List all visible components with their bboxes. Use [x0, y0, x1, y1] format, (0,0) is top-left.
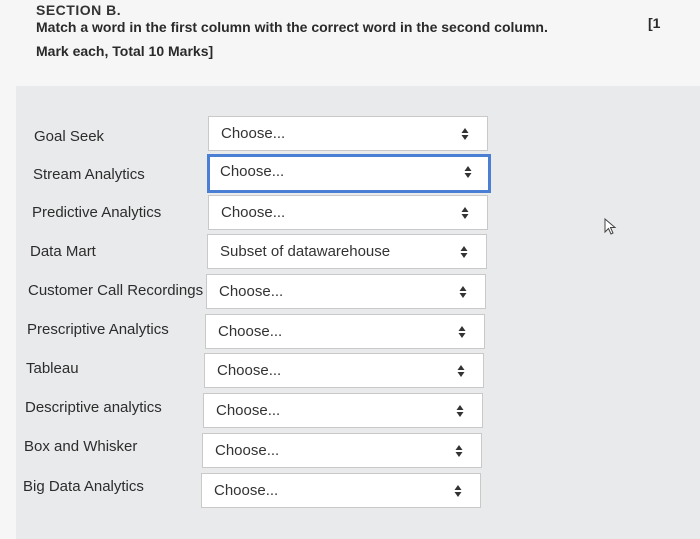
- select-value: Choose...: [216, 402, 281, 419]
- match-label-predictive-analytics: Predictive Analytics: [32, 204, 162, 221]
- match-select-data-mart[interactable]: Subset of datawarehouse: [207, 234, 487, 269]
- select-value: Subset of datawarehouse: [220, 243, 391, 260]
- match-label-descriptive-analytics: Descriptive analytics: [25, 399, 162, 416]
- up-down-arrows-icon: [456, 405, 464, 417]
- up-down-arrows-icon: [455, 445, 463, 457]
- match-select-customer-call-recordings[interactable]: Choose...: [206, 274, 486, 309]
- up-down-arrows-icon: [458, 326, 466, 338]
- match-label-goal-seek: Goal Seek: [34, 128, 105, 145]
- instruction-line-2: Mark each, Total 10 Marks]: [36, 43, 214, 59]
- up-down-arrows-icon: [457, 365, 465, 377]
- match-select-box-and-whisker[interactable]: Choose...: [202, 433, 482, 468]
- match-select-tableau[interactable]: Choose...: [204, 353, 484, 388]
- marks-indicator: [1: [648, 15, 661, 31]
- up-down-arrows-icon: [464, 166, 472, 178]
- select-value: Choose...: [220, 163, 285, 180]
- match-label-customer-call-recordings: Customer Call Recordings: [28, 282, 204, 299]
- match-label-box-and-whisker: Box and Whisker: [24, 438, 138, 455]
- match-label-data-mart: Data Mart: [30, 243, 96, 260]
- match-select-stream-analytics[interactable]: Choose...: [207, 154, 491, 193]
- instructions: Match a word in the first column with th…: [36, 15, 548, 63]
- select-value: Choose...: [218, 323, 283, 340]
- match-select-goal-seek[interactable]: Choose...: [208, 116, 488, 151]
- up-down-arrows-icon: [459, 286, 467, 298]
- match-select-descriptive-analytics[interactable]: Choose...: [203, 393, 483, 428]
- up-down-arrows-icon: [460, 246, 468, 258]
- match-label-prescriptive-analytics: Prescriptive Analytics: [27, 321, 169, 338]
- select-value: Choose...: [215, 442, 280, 459]
- up-down-arrows-icon: [454, 485, 462, 497]
- match-select-big-data-analytics[interactable]: Choose...: [201, 473, 481, 508]
- match-select-prescriptive-analytics[interactable]: Choose...: [205, 314, 485, 349]
- select-value: Choose...: [214, 482, 279, 499]
- select-value: Choose...: [219, 283, 284, 300]
- up-down-arrows-icon: [461, 128, 469, 140]
- select-value: Choose...: [221, 204, 286, 221]
- select-value: Choose...: [217, 362, 282, 379]
- up-down-arrows-icon: [461, 207, 469, 219]
- instruction-line-1: Match a word in the first column with th…: [36, 19, 548, 35]
- match-label-big-data-analytics: Big Data Analytics: [23, 478, 144, 495]
- match-label-tableau: Tableau: [26, 360, 79, 377]
- mouse-pointer-icon: [604, 218, 617, 235]
- match-label-stream-analytics: Stream Analytics: [33, 166, 145, 183]
- match-select-predictive-analytics[interactable]: Choose...: [208, 195, 488, 230]
- select-value: Choose...: [221, 125, 286, 142]
